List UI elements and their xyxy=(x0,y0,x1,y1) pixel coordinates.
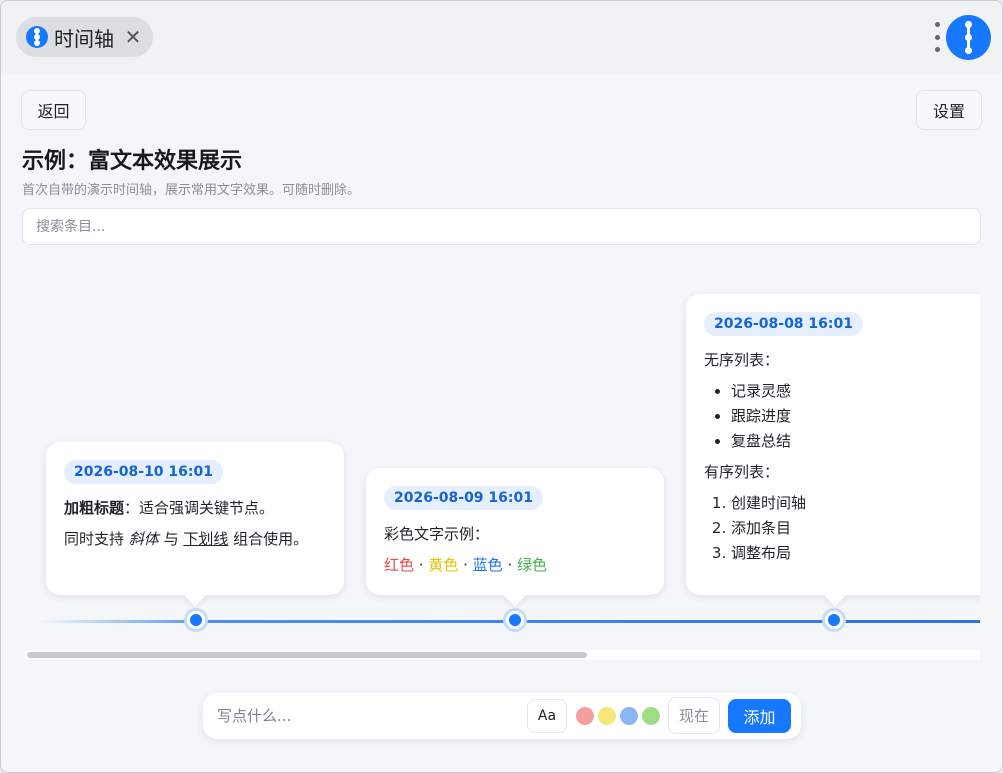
more-menu-icon[interactable] xyxy=(931,22,943,52)
composer-bar: Aa 现在 添加 xyxy=(203,693,801,739)
now-button[interactable]: 现在 xyxy=(668,697,720,734)
list-item: 创建时间轴 xyxy=(731,491,966,516)
timeline-node[interactable] xyxy=(825,611,843,629)
ordered-list: 创建时间轴 添加条目 调整布局 xyxy=(704,491,966,566)
date-badge: 2026-08-08 16:01 xyxy=(704,312,863,336)
timeline-card[interactable]: 2026-08-08 16:01 无序列表： 记录灵感 跟踪进度 复盘总结 有序… xyxy=(686,294,980,595)
compose-input[interactable] xyxy=(203,693,513,739)
blue-text: 蓝色 xyxy=(472,556,503,574)
page-subtitle: 首次自带的演示时间轴，展示常用文字效果。可随时删除。 xyxy=(22,183,361,198)
timeline-card[interactable]: 2026-08-10 16:01 加粗标题：适合强调关键节点。 同时支持 斜体 … xyxy=(46,442,344,595)
search-input[interactable] xyxy=(22,208,981,245)
timeline-logo-icon xyxy=(26,26,48,48)
add-button[interactable]: 添加 xyxy=(728,699,791,733)
date-badge: 2026-08-09 16:01 xyxy=(384,486,543,510)
settings-button[interactable]: 设置 xyxy=(916,90,982,130)
green-text: 绿色 xyxy=(516,556,547,574)
card-text: 彩色文字示例： xyxy=(384,525,490,543)
color-swatch-yellow[interactable] xyxy=(598,707,616,725)
close-icon[interactable]: ✕ xyxy=(123,27,143,47)
back-button[interactable]: 返回 xyxy=(21,90,86,130)
format-button[interactable]: Aa xyxy=(527,699,567,733)
timeline-card[interactable]: 2026-08-09 16:01 彩色文字示例： 红色 · 黄色 · 蓝色 · … xyxy=(366,468,664,595)
italic-text: 斜体 xyxy=(128,530,159,548)
app-window: 时间轴 ✕ 返回 设置 示例：富文本效果展示 首次自带的演示时间轴，展示常用文字… xyxy=(0,0,1003,773)
timeline-node[interactable] xyxy=(506,611,524,629)
card-text: 有序列表： xyxy=(704,463,780,481)
page-title: 示例：富文本效果展示 xyxy=(22,149,243,174)
list-item: 跟踪进度 xyxy=(731,404,966,429)
list-item: 添加条目 xyxy=(731,516,966,541)
yellow-text: 黄色 xyxy=(428,556,459,574)
list-item: 记录灵感 xyxy=(731,379,966,404)
unordered-list: 记录灵感 跟踪进度 复盘总结 xyxy=(704,379,966,454)
app-logo-icon[interactable] xyxy=(946,15,991,60)
color-swatch-blue[interactable] xyxy=(620,707,638,725)
title-bar: 时间轴 ✕ xyxy=(1,1,1002,73)
horizontal-scrollbar[interactable] xyxy=(25,650,980,660)
list-item: 调整布局 xyxy=(731,541,966,566)
underline-text: 下划线 xyxy=(183,530,229,548)
scrollbar-thumb[interactable] xyxy=(27,652,587,658)
color-swatch-red[interactable] xyxy=(576,707,594,725)
red-text: 红色 xyxy=(384,556,415,574)
color-swatch-green[interactable] xyxy=(642,707,660,725)
timeline[interactable]: 2026-08-10 16:01 加粗标题：适合强调关键节点。 同时支持 斜体 … xyxy=(1,261,980,661)
tab-timeline[interactable]: 时间轴 ✕ xyxy=(16,17,153,57)
bold-text: 加粗标题 xyxy=(64,499,125,517)
color-text-row: 红色 · 黄色 · 蓝色 · 绿色 xyxy=(384,556,547,574)
card-text: 同时支持 斜体 与 下划线 组合使用。 xyxy=(64,530,309,548)
card-text: 加粗标题：适合强调关键节点。 xyxy=(64,499,275,517)
card-text: 无序列表： xyxy=(704,351,780,369)
list-item: 复盘总结 xyxy=(731,429,966,454)
timeline-node[interactable] xyxy=(187,611,205,629)
tab-title: 时间轴 xyxy=(54,26,114,51)
date-badge: 2026-08-10 16:01 xyxy=(64,460,223,484)
